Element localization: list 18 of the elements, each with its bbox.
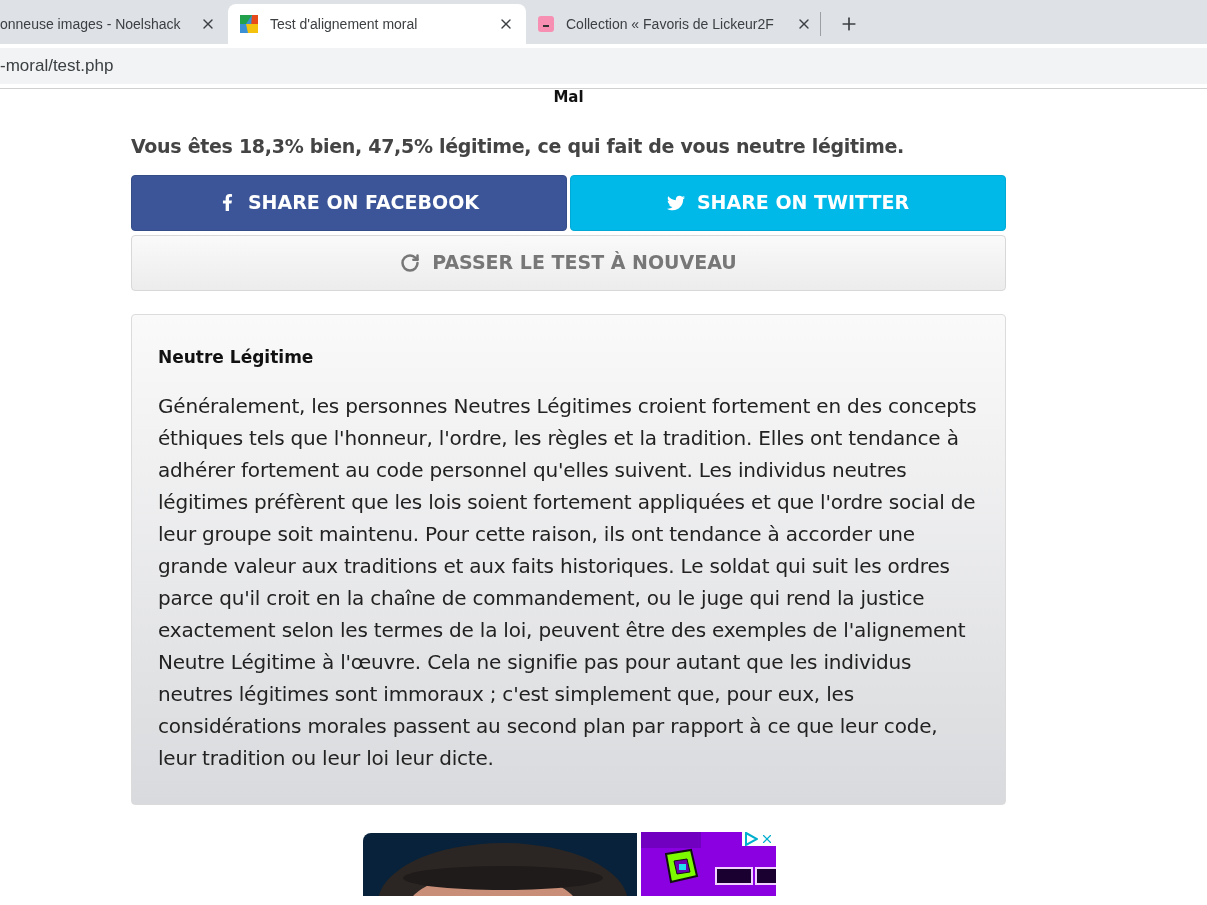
- tab-title: Collection « Favoris de Lickeur2F: [566, 14, 775, 34]
- url-text: -moral/test.php: [0, 55, 114, 78]
- share-button[interactable]: SHARE ON FACEBOOK: [131, 174, 567, 231]
- address-bar[interactable]: -moral/test.php: [0, 48, 1207, 84]
- section-heading: Mal: [553, 89, 584, 105]
- tab-title: onneuse images - Noelshack: [0, 14, 182, 34]
- card-title: Neutre Légitime: [158, 345, 315, 369]
- browser-tab[interactable]: onneuse images - Noelshack: [0, 4, 228, 44]
- description-text: Généralement, les personnes Neutres Légitimes croient fortement en des concepts éthiques tels que l'honneur, l'ordre, les règles et la tradition. Elles ont tendance à adhérer fortement au code personnel qu'elles suivent. Les individus neutres légitimes préfèrent que les lois soient fortement appliquées et que l'ordre social de leur groupe soit maintenu. Pour cette raison, ils ont tendance à accorder une grande valeur aux traditions et aux faits historiques. Le soldat qui suit les ordres parce qu'il croit en la chaîne de commandement, ou le juge qui rend la justice exactement selon les termes de la loi, peuvent être des exemples de l'alignement Neutre Légitime à l'œuvre. Cela ne signifie pas pour autant que les individus neutres légitimes sont immoraux ; c'est simplement que, pour eux, les considérations morales passent au second plan par rapport à ce que leur code, leur tradition ou leur loi leur dicte.: [158, 393, 978, 772]
- play-icon: [744, 832, 758, 846]
- tab-title: Test d'alignement moral: [270, 14, 419, 34]
- site-favicon-icon: [538, 16, 554, 32]
- bird-icon: [666, 193, 685, 212]
- retake-test-button[interactable]: PASSER LE TEST À NOUVEAU: [131, 234, 1006, 291]
- result-text: Vous êtes 18,3% bien, 47,5% légitime, ce qui fait de vous neutre légitime.: [131, 134, 905, 159]
- browser-tab[interactable]: Collection « Favoris de Lickeur2F: [526, 4, 824, 44]
- browser-tab[interactable]: Test d'alignement moral: [228, 4, 526, 44]
- reload-icon: [400, 252, 421, 273]
